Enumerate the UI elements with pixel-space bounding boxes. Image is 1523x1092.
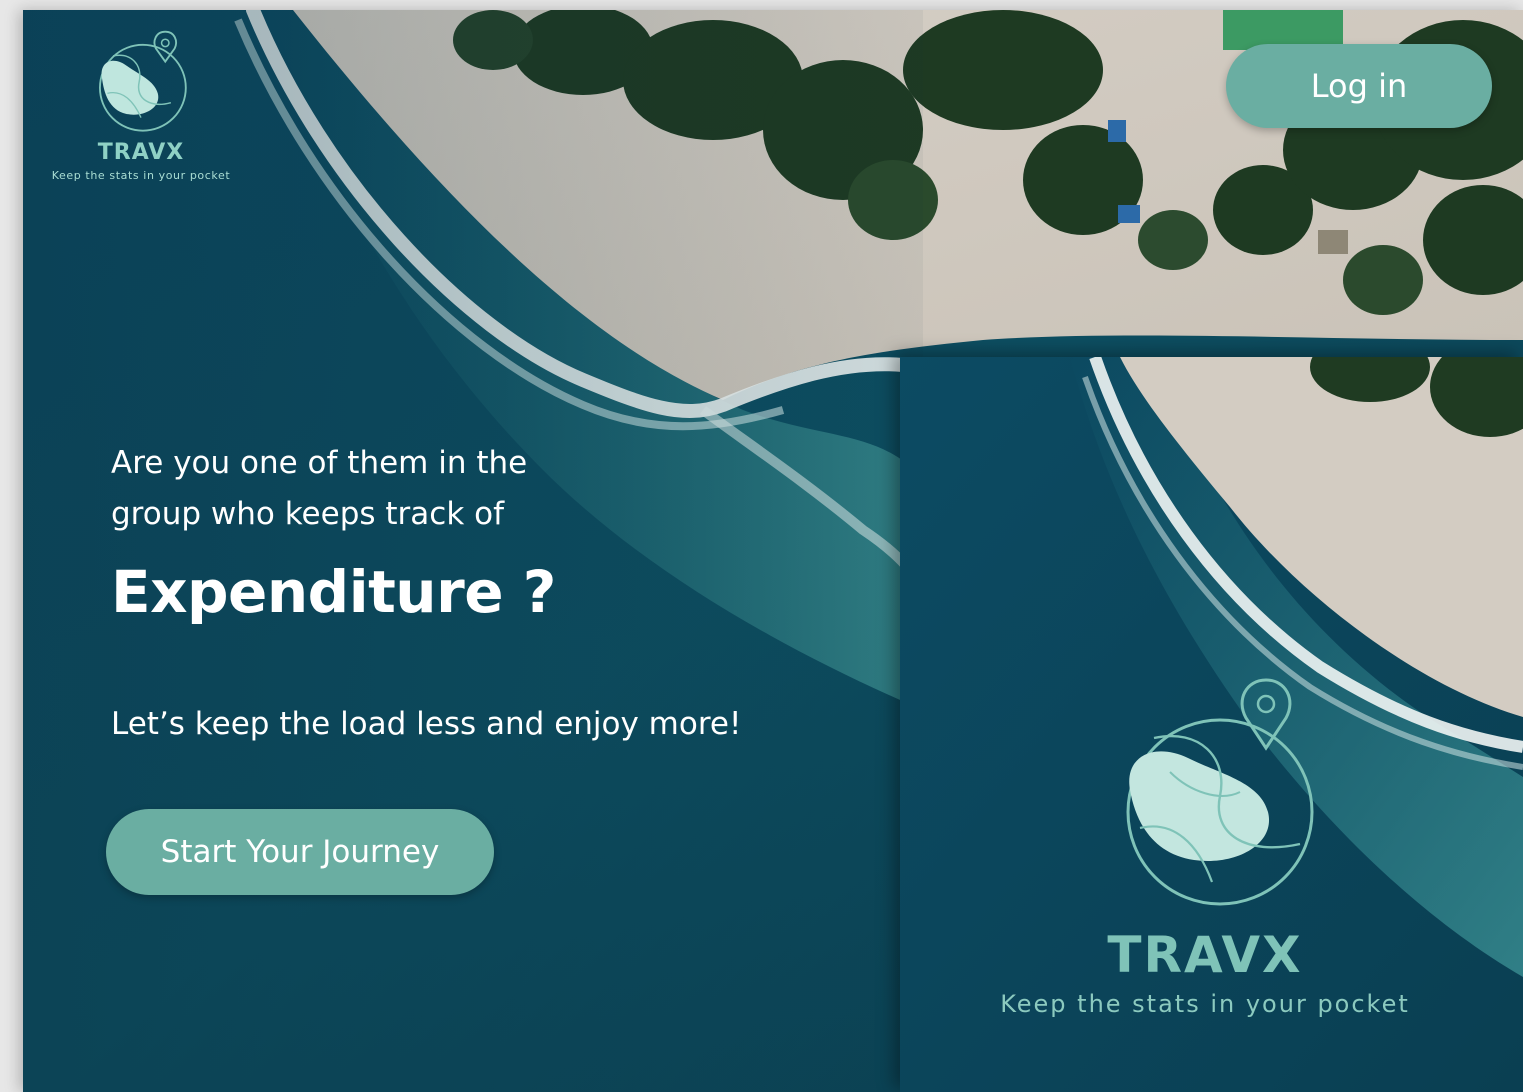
splash-brand-tagline: Keep the stats in your pocket — [1000, 990, 1410, 1018]
splash-brand-name: TRAVX — [1107, 926, 1303, 984]
splash-screen: TRAVX Keep the stats in your pocket — [900, 357, 1523, 1092]
hero-copy: Are you one of them in the group who kee… — [111, 438, 831, 742]
globe-location-logo-icon — [99, 30, 187, 132]
hero-subline: Let’s keep the load less and enjoy more! — [111, 706, 742, 742]
hero-question: Are you one of them in the group who kee… — [111, 445, 528, 532]
brand-lockup[interactable]: TRAVX Keep the stats in your pocket — [39, 28, 243, 182]
landing-page: TRAVX Keep the stats in your pocket Log … — [0, 0, 1523, 1092]
log-in-button[interactable]: Log in — [1226, 44, 1492, 128]
globe-location-logo-icon — [1126, 678, 1314, 906]
splash-brand-lockup: TRAVX Keep the stats in your pocket — [960, 672, 1450, 1018]
brand-tagline: Keep the stats in your pocket — [51, 169, 231, 182]
hero-headline: Expenditure ? — [111, 558, 556, 626]
brand-name: TRAVX — [97, 140, 185, 165]
start-journey-button[interactable]: Start Your Journey — [106, 809, 494, 895]
